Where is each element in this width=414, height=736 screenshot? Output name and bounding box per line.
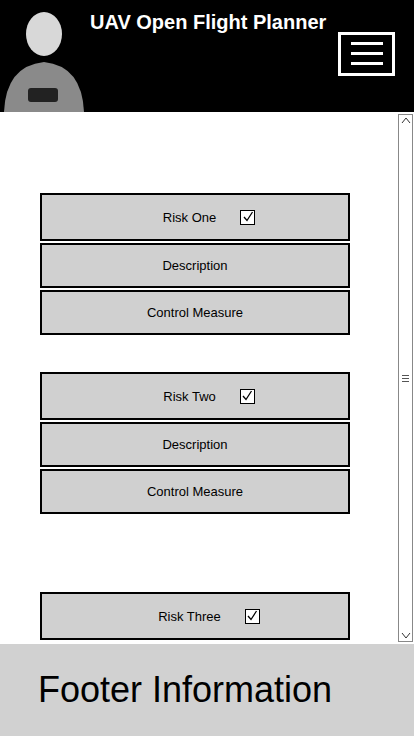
risk-title: Risk Two <box>163 389 216 404</box>
risk-card: Risk One Description Control Measure <box>40 193 350 335</box>
pilot-photo <box>0 0 86 112</box>
risk-field-label: Control Measure <box>147 484 243 499</box>
risk-field[interactable]: Control Measure <box>40 469 350 514</box>
header: UAV Open Flight Planner <box>0 0 414 112</box>
risk-field-label: Description <box>162 258 227 273</box>
risk-checkbox[interactable] <box>240 210 255 225</box>
check-icon <box>246 610 258 622</box>
risk-title: Risk One <box>163 210 216 225</box>
scroll-up-icon[interactable] <box>400 115 412 127</box>
hamburger-icon <box>347 40 387 68</box>
risk-header[interactable]: Risk Three <box>40 592 350 640</box>
risk-field[interactable]: Description <box>40 422 350 467</box>
risk-field-label: Description <box>162 437 227 452</box>
menu-button[interactable] <box>338 32 395 76</box>
risk-field-label: Control Measure <box>147 305 243 320</box>
risk-header[interactable]: Risk One <box>40 193 350 241</box>
risk-list: Risk One DescriptionControl MeasureRisk … <box>0 112 398 644</box>
footer-text: Footer Information <box>38 669 332 711</box>
risk-header[interactable]: Risk Two <box>40 372 350 420</box>
app-title: UAV Open Flight Planner <box>90 10 330 34</box>
scrollbar[interactable] <box>398 114 413 642</box>
content: Risk One DescriptionControl MeasureRisk … <box>0 112 414 644</box>
risk-checkbox[interactable] <box>245 609 260 624</box>
check-icon <box>242 211 254 223</box>
pilot-icon <box>0 0 86 112</box>
risk-card: Risk Two Description Control Measure <box>40 372 350 514</box>
scroll-down-icon[interactable] <box>400 629 412 641</box>
risk-title: Risk Three <box>158 609 221 624</box>
check-icon <box>241 390 253 402</box>
risk-field[interactable]: Control Measure <box>40 290 350 335</box>
risk-field[interactable]: Description <box>40 243 350 288</box>
risk-card: Risk Three <box>40 592 350 640</box>
page: UAV Open Flight Planner Risk One Descrip… <box>0 0 414 736</box>
risk-checkbox[interactable] <box>240 389 255 404</box>
footer: Footer Information <box>0 644 414 736</box>
scroll-thumb[interactable] <box>399 127 412 629</box>
